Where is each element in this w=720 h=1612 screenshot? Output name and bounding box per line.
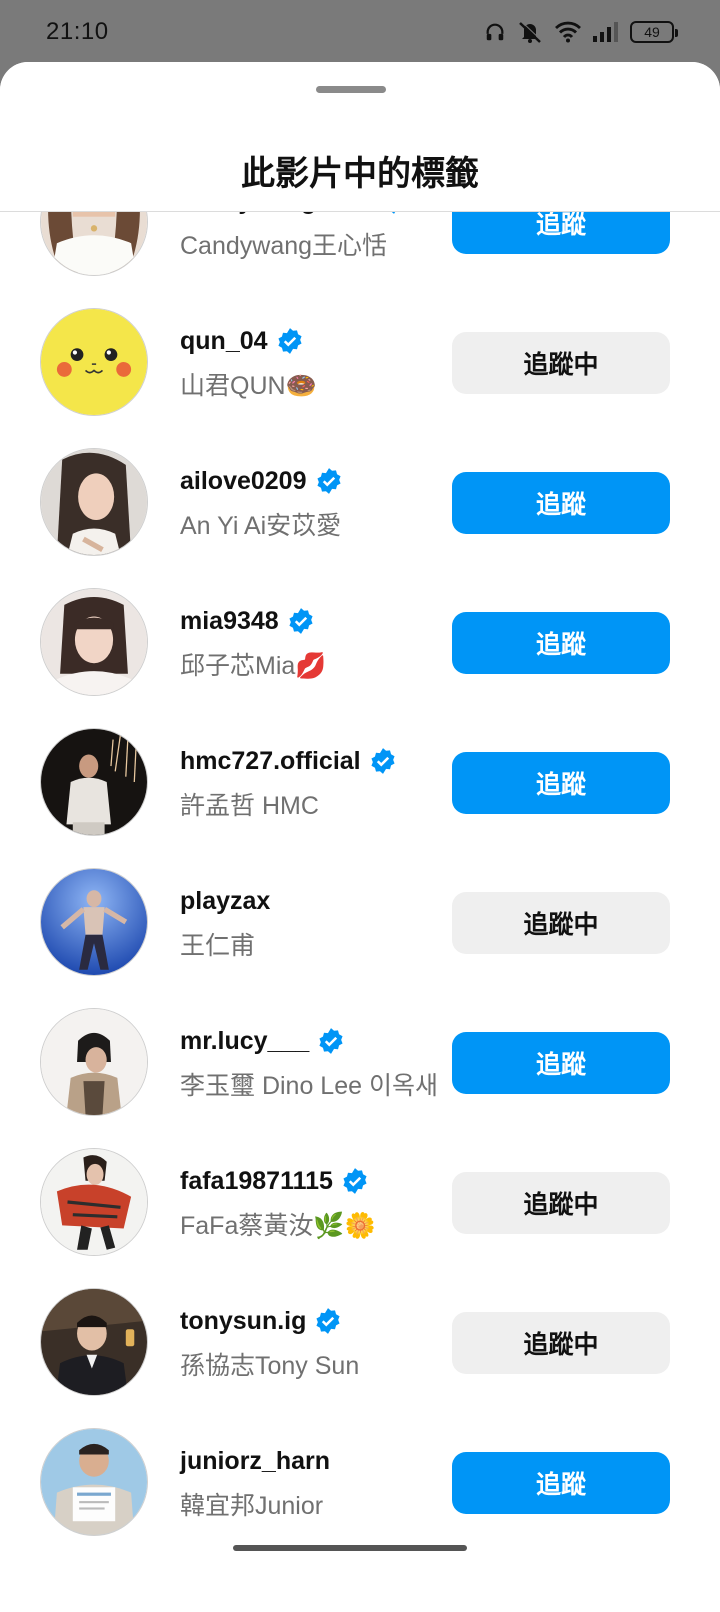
user-avatar[interactable] xyxy=(40,1288,148,1396)
signal-icon xyxy=(593,22,618,42)
wifi-icon xyxy=(555,21,581,43)
verified-badge-icon xyxy=(319,1028,343,1054)
user-row[interactable]: ailove0209 An Yi Ai安苡愛 追蹤 xyxy=(0,430,720,570)
username-line: mia9348 xyxy=(180,604,315,638)
username[interactable]: fafa19871115 xyxy=(180,1167,333,1196)
verified-badge-icon xyxy=(316,1308,340,1334)
full-name: Candywang王心恬 xyxy=(180,232,388,260)
verified-badge-icon xyxy=(316,468,341,494)
username[interactable]: tonysun.ig xyxy=(180,1307,306,1336)
username-line: juniorz_harn xyxy=(180,1444,330,1478)
user-avatar[interactable] xyxy=(40,588,148,696)
username-line: qun_04 xyxy=(180,324,304,358)
user-avatar[interactable] xyxy=(40,308,148,416)
user-avatar[interactable] xyxy=(40,1148,148,1256)
user-row[interactable]: fafa19871115 FaFa蔡黃汝🌿🌼 追蹤中 xyxy=(0,1130,720,1270)
user-avatar[interactable] xyxy=(40,448,148,556)
username-line: fafa19871115 xyxy=(180,1164,369,1198)
full-name: 李玉璽 Dino Lee 이옥새 xyxy=(180,1072,438,1100)
username[interactable]: mr.lucy___ xyxy=(180,1027,309,1056)
username[interactable]: juniorz_harn xyxy=(180,1447,330,1476)
status-time: 21:10 xyxy=(46,18,109,45)
status-bar: 21:10 49 xyxy=(0,0,720,64)
follow-button[interactable]: 追蹤 xyxy=(452,1032,670,1094)
tagged-user-list[interactable]: candywang7410 Candywang王心恬 追蹤 qun_04 山君Q… xyxy=(0,150,720,1550)
follow-button[interactable]: 追蹤 xyxy=(452,472,670,534)
follow-button[interactable]: 追蹤 xyxy=(452,1452,670,1514)
username-line: mr.lucy___ xyxy=(180,1024,345,1058)
user-row[interactable]: juniorz_harn 韓宜邦Junior 追蹤 xyxy=(0,1410,720,1550)
following-button[interactable]: 追蹤中 xyxy=(452,892,670,954)
username-line: playzax xyxy=(180,884,270,918)
full-name: 邱子芯Mia💋 xyxy=(180,652,327,680)
username-line: tonysun.ig xyxy=(180,1304,342,1338)
mute-bell-icon xyxy=(519,21,542,43)
verified-badge-icon xyxy=(289,608,313,634)
full-name: An Yi Ai安苡愛 xyxy=(180,512,342,540)
user-avatar[interactable] xyxy=(40,1428,148,1536)
user-row[interactable]: hmc727.official 許孟哲 HMC 追蹤 xyxy=(0,710,720,850)
tagged-people-sheet: 此影片中的標籤 candywang7410 Candywang王心恬 追蹤 qu… xyxy=(0,62,720,1612)
user-row[interactable]: mr.lucy___ 李玉璽 Dino Lee 이옥새 追蹤 xyxy=(0,990,720,1130)
full-name: FaFa蔡黃汝🌿🌼 xyxy=(180,1212,376,1240)
verified-badge-icon xyxy=(277,328,302,354)
user-row[interactable]: qun_04 山君QUN🍩 追蹤中 xyxy=(0,290,720,430)
username-line: hmc727.official xyxy=(180,744,397,778)
user-avatar[interactable] xyxy=(40,1008,148,1116)
full-name: 孫協志Tony Sun xyxy=(180,1352,360,1380)
user-row[interactable]: playzax 王仁甫 追蹤中 xyxy=(0,850,720,990)
verified-badge-icon xyxy=(343,1168,367,1194)
user-avatar[interactable] xyxy=(40,728,148,836)
sheet-header: 此影片中的標籤 xyxy=(0,62,720,212)
battery-icon: 49 xyxy=(630,21,678,43)
full-name: 山君QUN🍩 xyxy=(180,372,317,400)
headphones-icon xyxy=(486,23,504,41)
username[interactable]: playzax xyxy=(180,887,270,916)
follow-button[interactable]: 追蹤 xyxy=(452,612,670,674)
username[interactable]: qun_04 xyxy=(180,327,268,356)
full-name: 許孟哲 HMC xyxy=(180,792,319,820)
username-line: ailove0209 xyxy=(180,464,343,498)
username[interactable]: mia9348 xyxy=(180,607,279,636)
user-row[interactable]: tonysun.ig 孫協志Tony Sun 追蹤中 xyxy=(0,1270,720,1410)
home-indicator[interactable] xyxy=(233,1545,467,1551)
username[interactable]: hmc727.official xyxy=(180,747,361,776)
verified-badge-icon xyxy=(371,748,395,774)
user-avatar[interactable] xyxy=(40,868,148,976)
following-button[interactable]: 追蹤中 xyxy=(452,332,670,394)
drag-handle[interactable] xyxy=(316,86,386,93)
full-name: 韓宜邦Junior xyxy=(180,1492,324,1520)
battery-level: 49 xyxy=(644,24,660,40)
following-button[interactable]: 追蹤中 xyxy=(452,1172,670,1234)
follow-button[interactable]: 追蹤 xyxy=(452,752,670,814)
user-row[interactable]: mia9348 邱子芯Mia💋 追蹤 xyxy=(0,570,720,710)
username[interactable]: ailove0209 xyxy=(180,467,307,496)
following-button[interactable]: 追蹤中 xyxy=(452,1312,670,1374)
status-icons: 49 xyxy=(484,18,678,46)
full-name: 王仁甫 xyxy=(180,932,256,960)
sheet-title: 此影片中的標籤 xyxy=(241,155,479,193)
